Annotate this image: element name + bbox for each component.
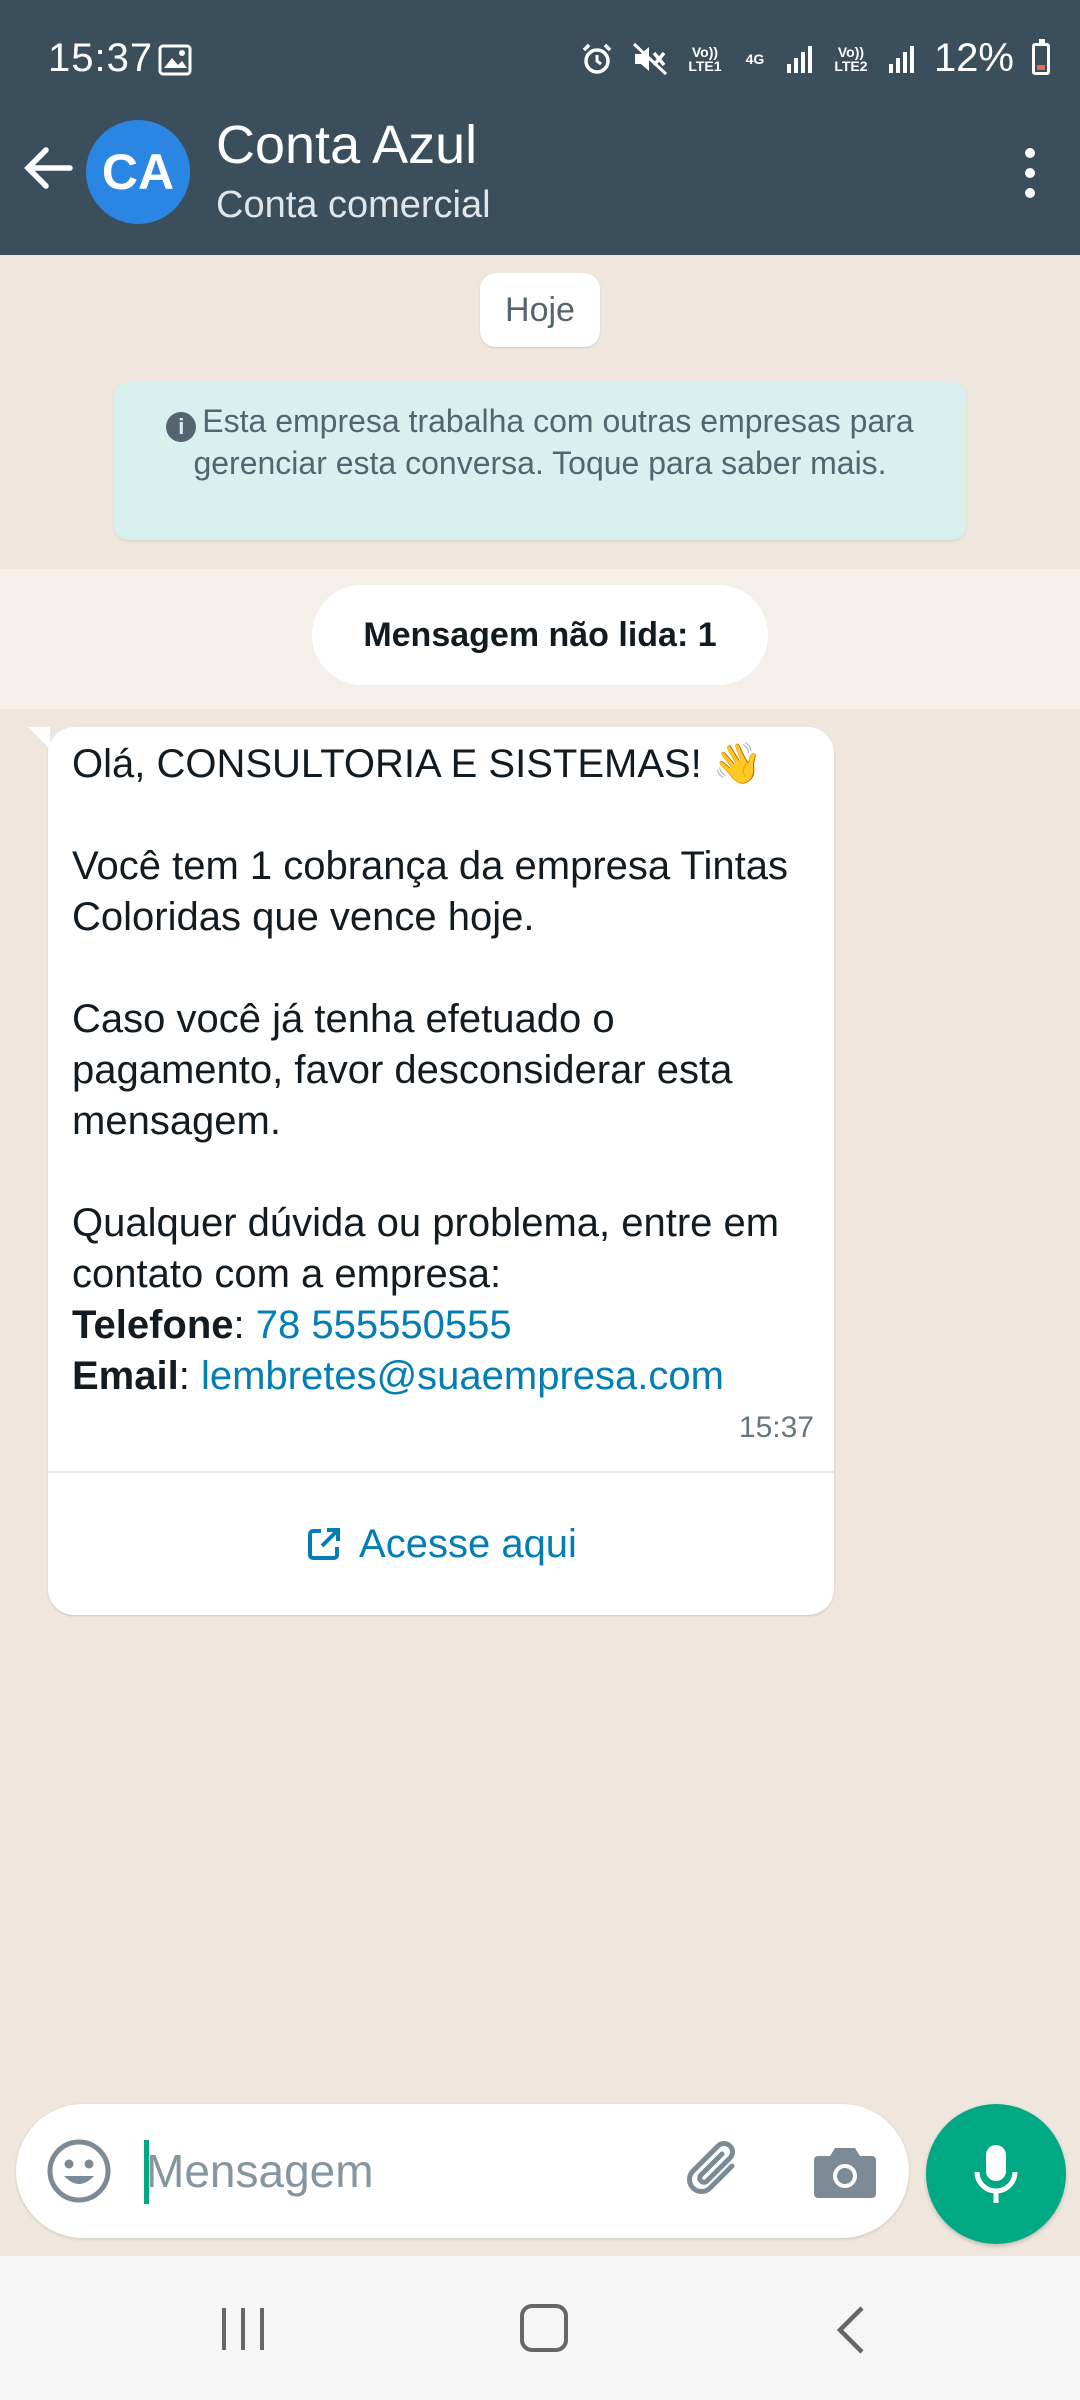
emoji-icon[interactable]: [46, 2138, 112, 2204]
contact-name[interactable]: Conta Azul: [216, 114, 477, 176]
attach-icon[interactable]: [680, 2136, 750, 2206]
sim2-label: Vo)) LTE2: [834, 43, 868, 74]
recent-apps-icon[interactable]: [218, 2306, 268, 2352]
business-info-notice[interactable]: i Esta empresa trabalha com outras empres…: [114, 382, 966, 540]
message-composer: Mensagem: [16, 2104, 909, 2238]
date-chip: Hoje: [480, 273, 600, 347]
contact-subtitle[interactable]: Conta comercial: [216, 184, 491, 227]
status-time: 15:37: [48, 36, 154, 80]
email-label: Email: [72, 1354, 179, 1398]
info-icon: i: [166, 412, 197, 442]
message-input[interactable]: Mensagem: [146, 2144, 374, 2198]
mute-icon: [632, 42, 667, 75]
system-nav-bar: [0, 2256, 1080, 2400]
voice-message-button[interactable]: [926, 2104, 1066, 2244]
image-icon: [158, 44, 192, 76]
phone-label: Telefone: [72, 1303, 234, 1347]
access-here-button[interactable]: Acesse aqui: [48, 1473, 834, 1615]
status-icons: Vo)) LTE1 4G Vo)) LTE2 12%: [580, 36, 1050, 81]
alarm-icon: [582, 43, 612, 74]
message-greeting: Olá, CONSULTORIA E SISTEMAS! 👋: [72, 742, 763, 786]
external-link-icon: [308, 1528, 341, 1560]
top-bar: 15:37 Vo)) LTE1 4G Vo)) LTE2 12% CA Cont…: [0, 0, 1080, 255]
status-bar: 15:37 Vo)) LTE1 4G Vo)) LTE2 12%: [0, 0, 1080, 125]
message-text: Olá, CONSULTORIA E SISTEMAS! 👋 Você tem …: [72, 739, 812, 1402]
message-paragraph-2: Caso você já tenha efetuado o pagamento,…: [72, 997, 733, 1143]
phone-link[interactable]: 78 555550555: [256, 1303, 512, 1347]
message-paragraph-3: Qualquer dúvida ou problema, entre em co…: [72, 1201, 780, 1296]
email-link[interactable]: lembretes@suaempresa.com: [201, 1354, 724, 1398]
camera-icon[interactable]: [812, 2140, 878, 2202]
nav-back-icon[interactable]: [830, 2304, 870, 2356]
message-paragraph-1: Você tem 1 cobrança da empresa Tintas Co…: [72, 844, 788, 939]
battery-icon: [1032, 38, 1050, 75]
home-icon[interactable]: [520, 2304, 568, 2352]
microphone-icon: [974, 2145, 1018, 2203]
incoming-message-bubble[interactable]: Olá, CONSULTORIA E SISTEMAS! 👋 Você tem …: [28, 727, 834, 1615]
info-notice-text: Esta empresa trabalha com outras empresa…: [193, 403, 914, 481]
signal-icon: [786, 45, 812, 73]
network-label: 4G: [745, 50, 765, 67]
more-options-icon[interactable]: [1018, 148, 1042, 208]
back-arrow-icon[interactable]: [18, 138, 78, 198]
chat-header: CA Conta Azul Conta comercial: [0, 112, 1080, 252]
unread-indicator: Mensagem não lida: 1: [312, 585, 768, 685]
message-time: 15:37: [738, 1411, 814, 1444]
signal-icon: [888, 45, 914, 73]
chat-area: Hoje i Esta empresa trabalha com outras e…: [0, 255, 1080, 2250]
sim1-label: Vo)) LTE1: [688, 43, 722, 74]
battery-percent: 12%: [933, 36, 1014, 80]
access-here-label: Acesse aqui: [359, 1521, 577, 1566]
avatar[interactable]: CA: [86, 120, 190, 224]
